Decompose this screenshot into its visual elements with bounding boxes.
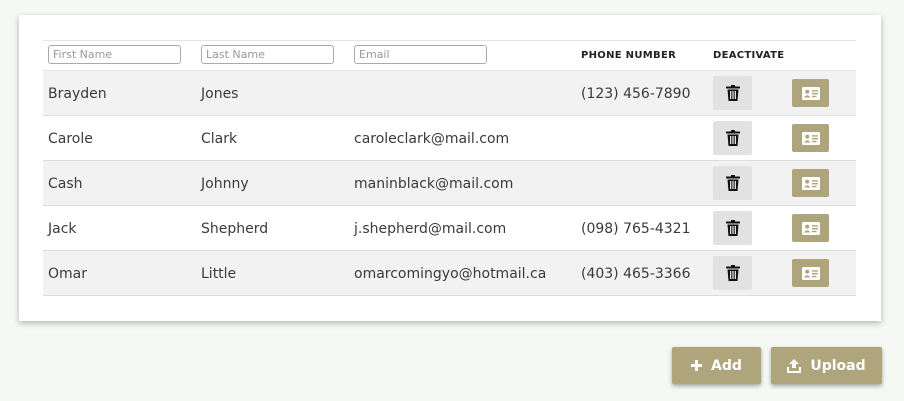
id-card-icon: [801, 266, 820, 280]
id-card-icon: [801, 176, 820, 190]
id-card-icon: [801, 131, 820, 145]
table-row: Cash Johnny maninblack@mail.com: [43, 161, 856, 206]
contact-card-button[interactable]: [792, 214, 829, 242]
id-card-icon: [801, 86, 820, 100]
deactivate-button[interactable]: [713, 76, 752, 110]
table-row: Omar Little omarcomingyo@hotmail.ca (403) 4…: [43, 251, 856, 296]
table-body: Brayden Jones (123) 456-7890 Carole Clark car…: [43, 71, 856, 296]
table-row: Carole Clark caroleclark@mail.com: [43, 116, 856, 161]
deactivate-button[interactable]: [713, 166, 752, 200]
trash-icon: [725, 265, 740, 281]
deactivate-button[interactable]: [713, 211, 752, 245]
contacts-card: PHONE NUMBER DEACTIVATE Brayden Jones (123…: [19, 15, 881, 321]
first-name-cell: Cash: [48, 176, 83, 192]
trash-icon: [725, 220, 740, 236]
add-button[interactable]: Add: [672, 347, 761, 384]
contacts-table: PHONE NUMBER DEACTIVATE Brayden Jones (123…: [43, 40, 856, 296]
phone-number-header: PHONE NUMBER: [581, 50, 677, 61]
email-cell: maninblack@mail.com: [354, 176, 514, 192]
email-filter-input[interactable]: [354, 45, 487, 64]
contact-card-button[interactable]: [792, 124, 829, 152]
phone-cell: (403) 465-3366: [581, 266, 691, 282]
last-name-cell: Clark: [201, 131, 238, 147]
contact-card-button[interactable]: [792, 169, 829, 197]
deactivate-button[interactable]: [713, 121, 752, 155]
email-cell: omarcomingyo@hotmail.ca: [354, 266, 547, 282]
contact-card-button[interactable]: [792, 79, 829, 107]
phone-cell: (123) 456-7890: [581, 86, 691, 102]
trash-icon: [725, 85, 740, 101]
plus-icon: [691, 360, 703, 371]
add-button-label: Add: [711, 357, 742, 374]
deactivate-header: DEACTIVATE: [713, 50, 785, 61]
last-name-cell: Shepherd: [201, 221, 269, 237]
last-name-cell: Little: [201, 266, 237, 282]
first-name-cell: Brayden: [48, 86, 107, 102]
first-name-cell: Omar: [48, 266, 87, 282]
contact-card-button[interactable]: [792, 259, 829, 287]
table-row: Jack Shepherd j.shepherd@mail.com (098) 765…: [43, 206, 856, 251]
last-name-filter-input[interactable]: [201, 45, 334, 64]
table-row: Brayden Jones (123) 456-7890: [43, 71, 856, 116]
first-name-cell: Jack: [48, 221, 77, 237]
email-cell: caroleclark@mail.com: [354, 131, 510, 147]
trash-icon: [725, 130, 740, 146]
deactivate-button[interactable]: [713, 256, 752, 290]
phone-cell: (098) 765-4321: [581, 221, 691, 237]
upload-button-label: Upload: [810, 357, 866, 374]
id-card-icon: [801, 221, 820, 235]
first-name-cell: Carole: [48, 131, 93, 147]
table-header: PHONE NUMBER DEACTIVATE: [43, 40, 856, 71]
upload-button[interactable]: Upload: [771, 347, 882, 384]
last-name-cell: Jones: [201, 86, 239, 102]
upload-icon: [787, 358, 802, 373]
first-name-filter-input[interactable]: [48, 45, 181, 64]
email-cell: j.shepherd@mail.com: [354, 221, 507, 237]
last-name-cell: Johnny: [201, 176, 249, 192]
trash-icon: [725, 175, 740, 191]
